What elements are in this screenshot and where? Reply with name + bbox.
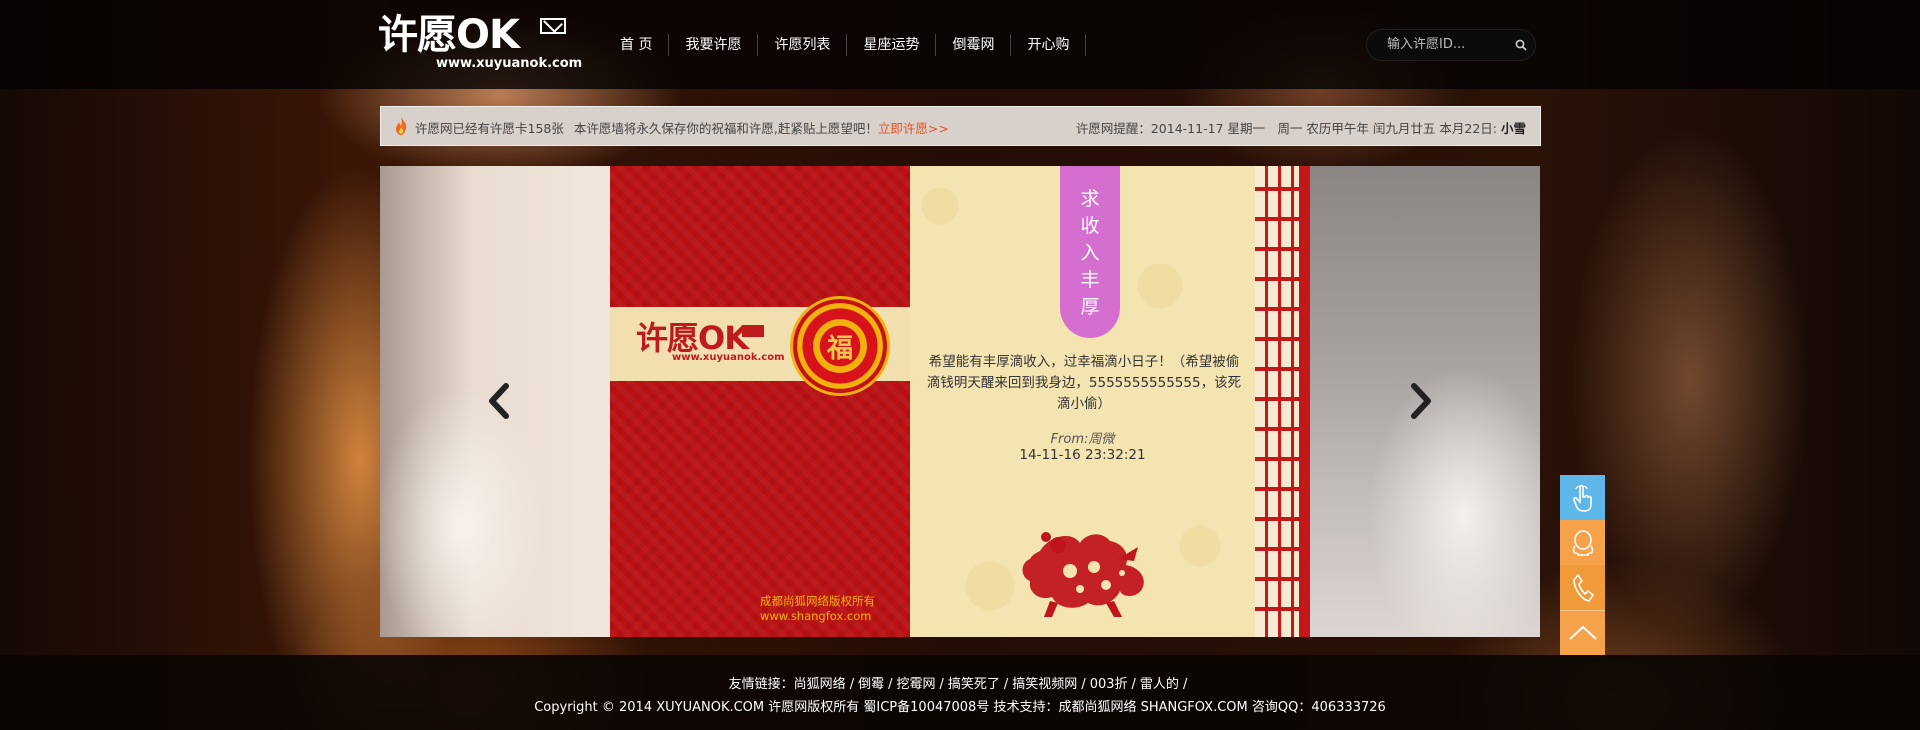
phone-button[interactable] bbox=[1560, 565, 1605, 610]
friend-link[interactable]: 倒霉 bbox=[858, 677, 884, 692]
site-logo[interactable]: 许愿OK www.xuyuanok.com bbox=[378, 12, 582, 80]
make-wish-link[interactable]: 立即许愿>> bbox=[878, 121, 949, 136]
site-header: 许愿OK www.xuyuanok.com 首 页 我要许愿 许愿列表 星座运势… bbox=[0, 0, 1920, 89]
friend-link[interactable]: 雷人的 bbox=[1140, 677, 1179, 692]
search-box bbox=[1366, 29, 1536, 61]
wish-count-text: 许愿网已经有许愿卡158张 bbox=[415, 121, 564, 136]
logo-text: 许愿OK bbox=[378, 12, 520, 58]
card-mail-icon bbox=[742, 325, 764, 337]
wish-tag-char: 收 bbox=[1080, 215, 1100, 237]
nav-item-horoscope[interactable]: 星座运势 bbox=[847, 34, 937, 56]
horse-papercut-icon bbox=[1022, 532, 1144, 617]
phone-icon bbox=[1572, 573, 1594, 602]
nav-item-wish-list[interactable]: 许愿列表 bbox=[758, 34, 848, 56]
card-copyright-line1: 成都尚狐网络版权所有 bbox=[760, 594, 875, 608]
friend-link[interactable]: 搞笑死了 bbox=[948, 677, 1000, 692]
friend-link[interactable]: 尚狐网络 bbox=[794, 677, 846, 692]
wish-card-content[interactable]: 求收入丰厚 希望能有丰厚滴收入，过幸福滴小日子！（希望被偷滴钱明天醒来回到我身边… bbox=[910, 166, 1255, 637]
wish-tag-char: 厚 bbox=[1080, 296, 1100, 318]
search-input[interactable] bbox=[1387, 37, 1497, 52]
solar-term: 小雪 bbox=[1500, 121, 1526, 136]
fire-icon bbox=[396, 117, 407, 135]
touch-button[interactable] bbox=[1560, 475, 1605, 520]
mail-icon bbox=[540, 18, 566, 34]
qq-penguin-icon bbox=[1572, 529, 1593, 556]
footer-copyright: Copyright © 2014 XUYUANOK.COM 许愿网版权所有 蜀I… bbox=[534, 700, 1386, 715]
back-to-top-button[interactable] bbox=[1560, 610, 1605, 655]
medallion-char: 福 bbox=[826, 333, 853, 364]
link-separator: / bbox=[1131, 677, 1136, 692]
link-separator: / bbox=[1003, 677, 1009, 692]
friend-link[interactable]: 搞笑视频网 bbox=[1012, 677, 1077, 692]
chevron-right-icon[interactable] bbox=[1400, 376, 1440, 426]
nav-item-happy-shop[interactable]: 开心购 bbox=[1011, 34, 1087, 56]
wish-card-cover[interactable]: 许愿OK www.xuyuanok.com 福 成都尚狐网络版权所有 www.s… bbox=[610, 166, 910, 637]
nav-item-daomei[interactable]: 倒霉网 bbox=[936, 34, 1012, 56]
card-logo-text: 许愿OK bbox=[636, 319, 749, 357]
qq-button[interactable] bbox=[1560, 520, 1605, 565]
friend-link[interactable]: 挖霉网 bbox=[896, 677, 935, 692]
date-reminder: 许愿网提醒：2014-11-17 星期一 周一 农历甲午年 闰九月廿五 本月22… bbox=[1076, 118, 1526, 137]
friend-links: 友情链接：尚狐网络 / 倒霉 / 挖霉网 / 搞笑死了 / 搞笑视频网/003折 / 雷人的 / bbox=[0, 673, 1920, 692]
wish-text: 希望能有丰厚滴收入，过幸福滴小日子！（希望被偷滴钱明天醒来回到我身边，55555… bbox=[926, 354, 1242, 412]
nav-item-home[interactable]: 首 页 bbox=[604, 34, 670, 56]
link-separator: / bbox=[1081, 677, 1086, 692]
link-separator: / bbox=[888, 677, 893, 692]
wish-tag-text: 求收入丰厚 bbox=[1060, 186, 1120, 321]
search-icon[interactable] bbox=[1515, 39, 1527, 51]
notice-message: 本许愿墙将永久保存你的祝福和许愿,赶紧贴上愿望吧！ bbox=[573, 121, 878, 136]
notice-text: 许愿网已经有许愿卡158张 本许愿墙将永久保存你的祝福和许愿,赶紧贴上愿望吧！立即… bbox=[415, 118, 949, 137]
hand-touch-icon bbox=[1572, 484, 1592, 512]
wish-from: From:周微 bbox=[1050, 432, 1115, 447]
wish-carousel: 许愿OK www.xuyuanok.com 福 成都尚狐网络版权所有 www.s… bbox=[380, 166, 1540, 637]
side-toolbar bbox=[1560, 475, 1605, 655]
wish-tag-char: 丰 bbox=[1080, 269, 1100, 291]
logo-url: www.xuyuanok.com bbox=[436, 56, 583, 71]
chevron-left-icon[interactable] bbox=[480, 376, 520, 426]
nav-item-make-wish[interactable]: 我要许愿 bbox=[669, 34, 759, 56]
wish-time: 14-11-16 23:32:21 bbox=[1019, 447, 1146, 463]
site-footer: 友情链接：尚狐网络 / 倒霉 / 挖霉网 / 搞笑死了 / 搞笑视频网/003折 / 雷人的 / Co… bbox=[0, 655, 1920, 730]
notice-bar: 许愿网已经有许愿卡158张 本许愿墙将永久保存你的祝福和许愿,赶紧贴上愿望吧！立即… bbox=[380, 106, 1541, 146]
wish-tag: 求收入丰厚 bbox=[1060, 166, 1120, 338]
link-separator: / bbox=[939, 677, 944, 692]
friend-links-label: 友情链接： bbox=[728, 677, 794, 692]
friend-link[interactable]: 003折 bbox=[1090, 677, 1128, 692]
wish-tag-char: 求 bbox=[1080, 188, 1100, 210]
date-text: 许愿网提醒：2014-11-17 星期一 周一 农历甲午年 闰九月廿五 本月22… bbox=[1075, 121, 1497, 136]
main-nav: 首 页 我要许愿 许愿列表 星座运势 倒霉网 开心购 bbox=[604, 34, 1087, 56]
link-separator: / bbox=[849, 677, 855, 692]
link-separator: / bbox=[1182, 677, 1188, 692]
card-logo-url: www.xuyuanok.com bbox=[672, 352, 785, 363]
card-copyright: 成都尚狐网络版权所有 www.shangfox.com bbox=[760, 594, 875, 624]
arrow-up-icon bbox=[1568, 625, 1597, 640]
wish-tag-char: 入 bbox=[1080, 242, 1100, 264]
fortune-medallion-icon: 福 bbox=[790, 296, 890, 396]
card-copyright-line2: www.shangfox.com bbox=[760, 609, 872, 623]
lattice-edge bbox=[1299, 166, 1310, 637]
